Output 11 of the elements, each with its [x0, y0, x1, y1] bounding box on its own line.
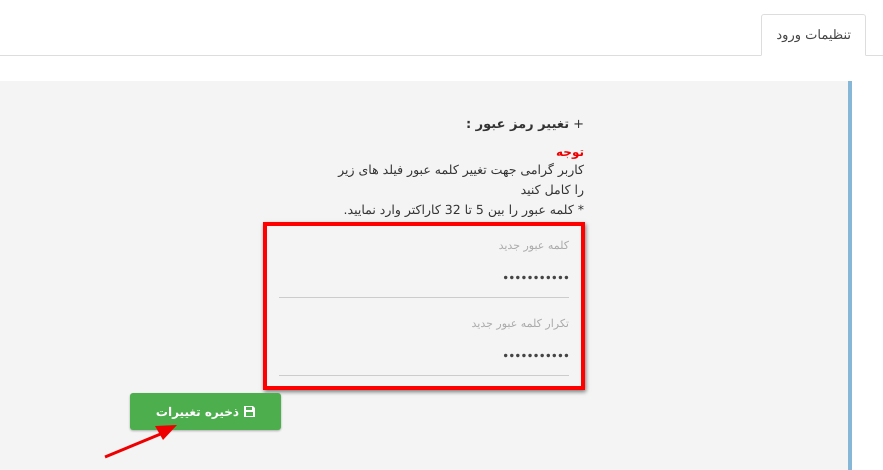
tab[interactable]: تنظیمات ورود	[761, 14, 866, 56]
expand-toggle[interactable]: +	[573, 116, 584, 132]
password-field[interactable]: تکرار کلمه عبور جدید •••••••••••	[279, 308, 569, 376]
save-icon	[244, 406, 256, 417]
password-rule: * کلمه عبور را بین 5 تا 32 کاراکتر وارد نمایید.	[342, 201, 584, 219]
field-label: کلمه عبور جدید	[498, 239, 569, 254]
section-title: تغییر رمز عبور :	[466, 116, 570, 132]
field-label: تکرار کلمه عبور جدید	[470, 317, 569, 332]
notice-text: کاربر گرامی جهت تغییر کلمه عبور فیلد های زیر را کامل کنید	[336, 161, 584, 199]
notice-heading: توجه	[555, 145, 584, 159]
password-field[interactable]: کلمه عبور جدید •••••••••••	[279, 230, 569, 298]
